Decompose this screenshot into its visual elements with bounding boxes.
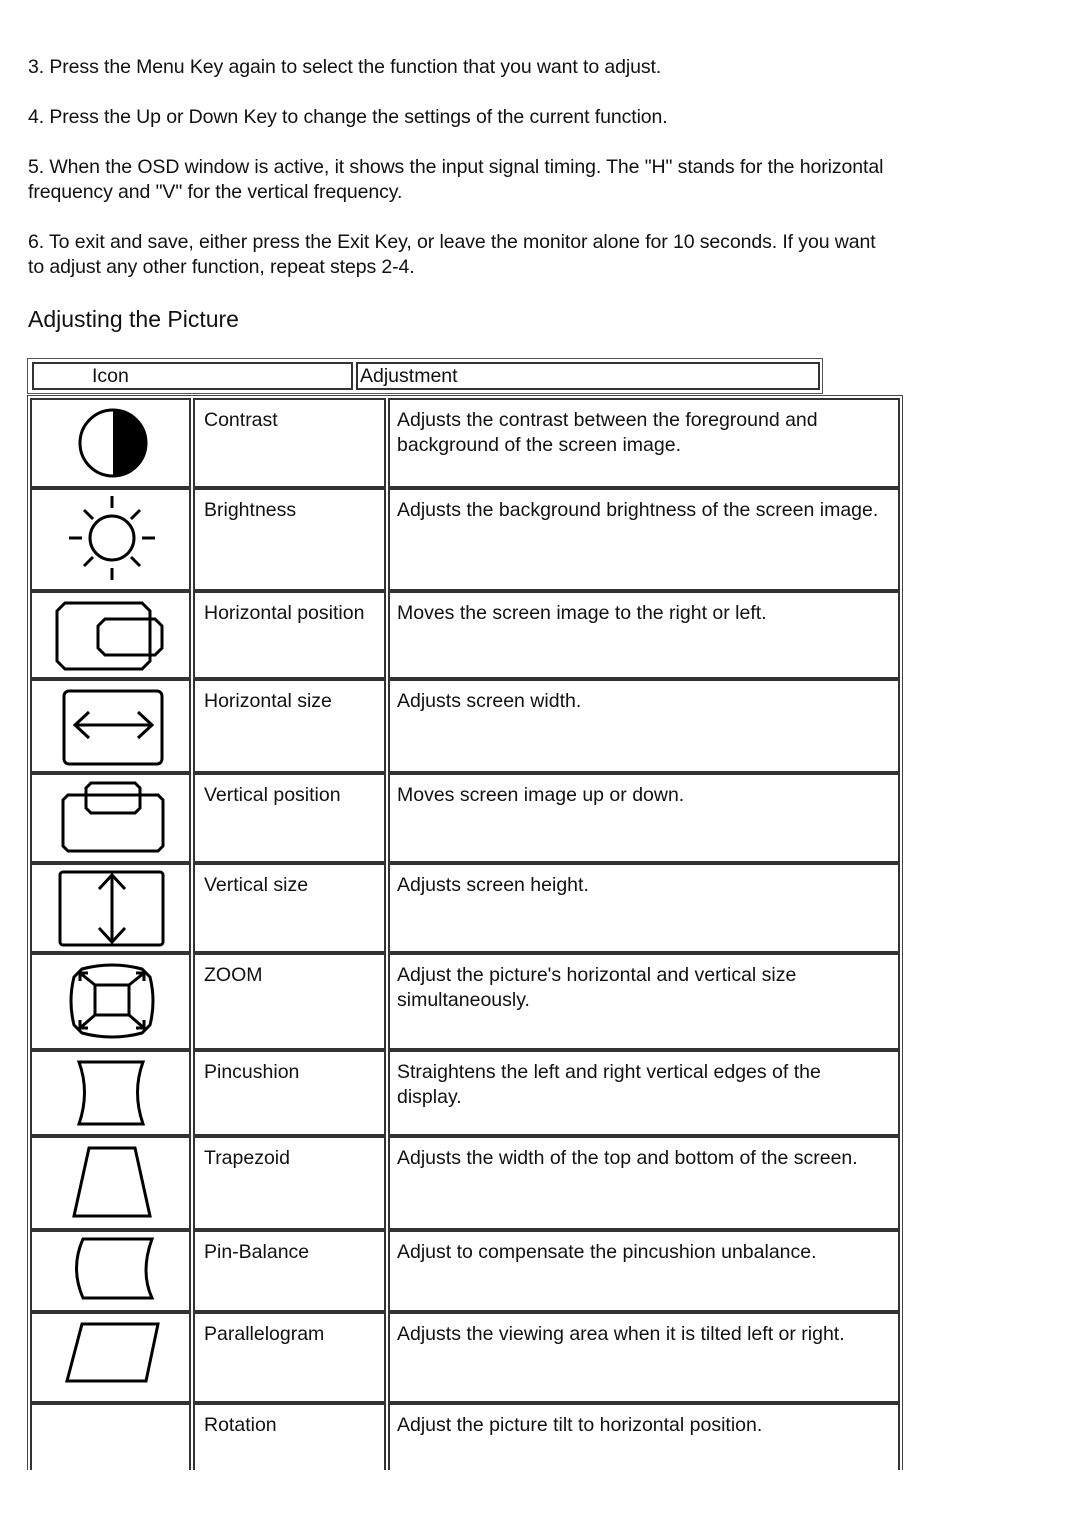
zoom-icon xyxy=(69,963,155,1039)
adjustment-name: Brightness xyxy=(193,488,386,591)
table-row: Horizontal size Adjusts screen width. xyxy=(30,679,900,773)
icon-cell xyxy=(30,1403,191,1470)
pin-balance-icon xyxy=(75,1237,155,1300)
horizontal-size-icon xyxy=(62,689,164,766)
adjustment-description: Adjusts the contrast between the foregro… xyxy=(388,398,900,488)
icon-cell xyxy=(30,1312,191,1403)
adjustment-description: Adjust the picture tilt to horizontal po… xyxy=(388,1403,900,1470)
adjustment-name: Pin-Balance xyxy=(193,1230,386,1312)
adjustment-description: Adjusts the viewing area when it is tilt… xyxy=(388,1312,900,1403)
parallelogram-icon xyxy=(65,1322,160,1383)
adjustment-name: Rotation xyxy=(193,1403,386,1470)
icon-cell xyxy=(30,953,191,1050)
adjustment-name: ZOOM xyxy=(193,953,386,1050)
table-row: Contrast Adjusts the contrast between th… xyxy=(30,398,900,488)
table-row: Parallelogram Adjusts the viewing area w… xyxy=(30,1312,900,1403)
table-row: Vertical size Adjusts screen height. xyxy=(30,863,900,953)
adjustment-description: Adjusts the width of the top and bottom … xyxy=(388,1136,900,1230)
table-row: Brightness Adjusts the background bright… xyxy=(30,488,900,591)
icon-cell xyxy=(30,1050,191,1136)
instruction-step-4: 4. Press the Up or Down Key to change th… xyxy=(28,106,668,128)
contrast-icon xyxy=(78,408,148,478)
adjustment-description: Adjusts screen height. xyxy=(388,863,900,953)
adjustment-description: Adjusts screen width. xyxy=(388,679,900,773)
adjustment-name: Parallelogram xyxy=(193,1312,386,1403)
vertical-position-icon xyxy=(61,781,165,853)
instruction-step-6: 6. To exit and save, either press the Ex… xyxy=(28,231,876,278)
table-header: Icon Adjustment xyxy=(27,358,823,394)
vertical-size-icon xyxy=(58,870,165,947)
adjustment-description: Moves the screen image to the right or l… xyxy=(388,591,900,679)
table-row: Pincushion Straightens the left and righ… xyxy=(30,1050,900,1136)
icon-cell xyxy=(30,488,191,591)
icon-cell xyxy=(30,773,191,863)
adjustment-name: Horizontal size xyxy=(193,679,386,773)
adjustment-description: Adjust the picture's horizontal and vert… xyxy=(388,953,900,1050)
table-row: Trapezoid Adjusts the width of the top a… xyxy=(30,1136,900,1230)
adjustment-name: Trapezoid xyxy=(193,1136,386,1230)
adjustment-name: Contrast xyxy=(193,398,386,488)
horizontal-position-icon xyxy=(55,601,164,671)
adjustment-name: Vertical position xyxy=(193,773,386,863)
icon-cell xyxy=(30,863,191,953)
header-icon-column: Icon xyxy=(32,362,353,390)
adjustment-name: Horizontal position xyxy=(193,591,386,679)
table-row: ZOOM Adjust the picture's horizontal and… xyxy=(30,953,900,1050)
icon-cell xyxy=(30,591,191,679)
icon-cell xyxy=(30,1136,191,1230)
table-row: Rotation Adjust the picture tilt to hori… xyxy=(30,1403,900,1470)
adjustment-description: Moves screen image up or down. xyxy=(388,773,900,863)
section-heading: Adjusting the Picture xyxy=(28,306,239,332)
icon-cell xyxy=(30,1230,191,1312)
header-adjustment-column: Adjustment xyxy=(356,362,820,390)
adjustment-name: Vertical size xyxy=(193,863,386,953)
instruction-step-5: 5. When the OSD window is active, it sho… xyxy=(28,156,884,203)
table-row: Pin-Balance Adjust to compensate the pin… xyxy=(30,1230,900,1312)
table-row: Horizontal position Moves the screen ima… xyxy=(30,591,900,679)
adjustments-table: Contrast Adjusts the contrast between th… xyxy=(27,395,903,1470)
trapezoid-icon xyxy=(72,1146,152,1218)
adjustment-description: Adjusts the background brightness of the… xyxy=(388,488,900,591)
icon-cell xyxy=(30,398,191,488)
pincushion-icon xyxy=(76,1060,146,1126)
adjustment-description: Straightens the left and right vertical … xyxy=(388,1050,900,1136)
instruction-step-3: 3. Press the Menu Key again to select th… xyxy=(28,56,662,78)
adjustment-name: Pincushion xyxy=(193,1050,386,1136)
brightness-icon xyxy=(69,496,155,580)
adjustment-description: Adjust to compensate the pincushion unba… xyxy=(388,1230,900,1312)
icon-cell xyxy=(30,679,191,773)
table-row: Vertical position Moves screen image up … xyxy=(30,773,900,863)
